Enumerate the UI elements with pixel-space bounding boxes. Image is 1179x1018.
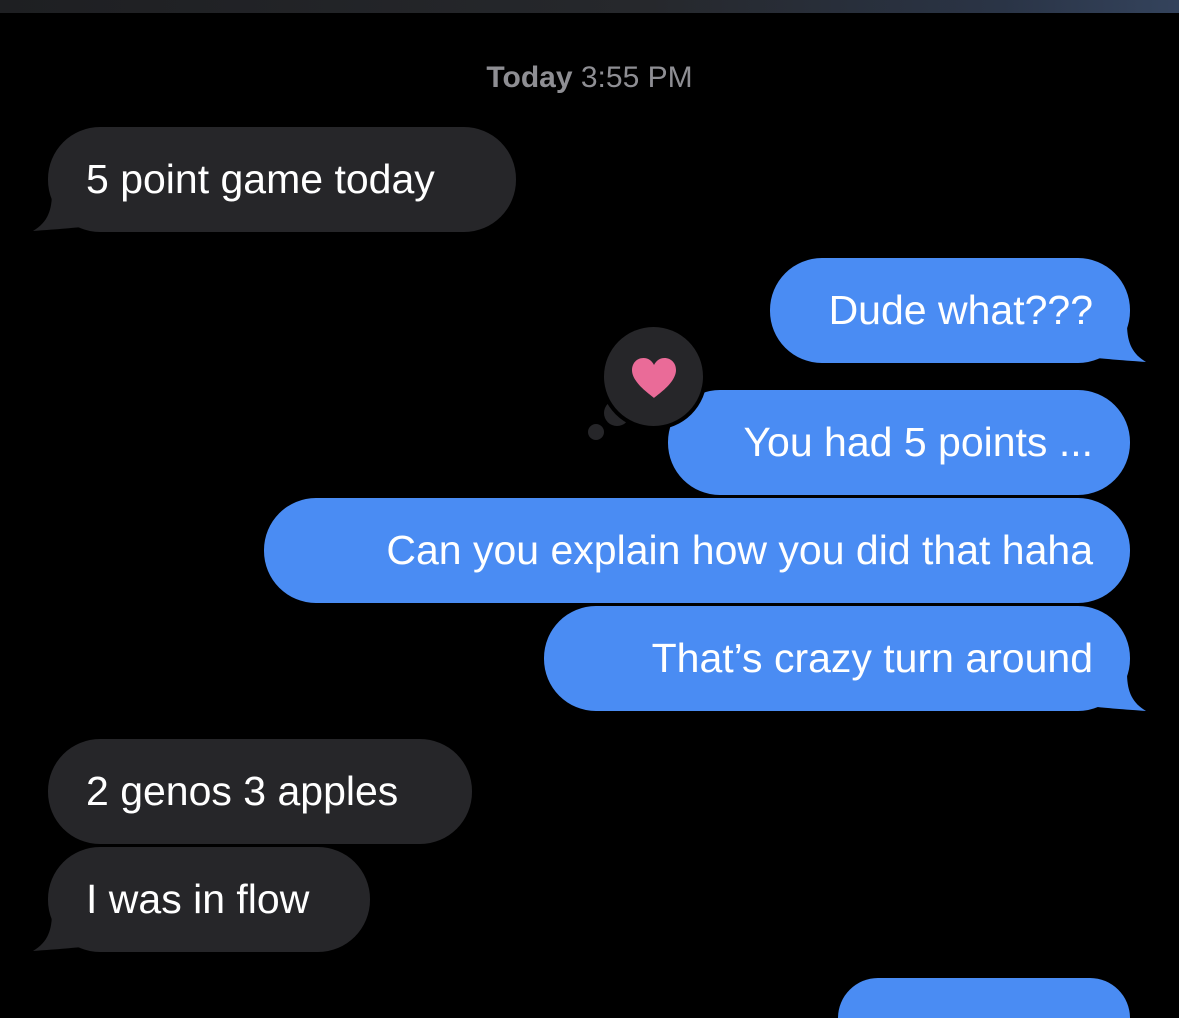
sent-bubble-tail: [1089, 323, 1149, 363]
sent-message-bubble[interactable]: Dude what???: [770, 258, 1130, 363]
message-text: I was in flow: [86, 876, 310, 922]
timestamp-day: Today: [486, 61, 573, 94]
conversation-timestamp: Today 3:55 PM: [0, 58, 1179, 98]
sent-message-bubble[interactable]: You had 5 points ...: [668, 390, 1130, 495]
received-bubble-tail: [30, 192, 90, 232]
sent-message-bubble[interactable]: That’s crazy turn around: [544, 606, 1130, 711]
timestamp-time: 3:55 PM: [580, 61, 693, 94]
sent-bubble-tail: [1089, 672, 1149, 712]
message-text: 5 point game today: [86, 156, 435, 202]
message-text: 2 genos 3 apples: [86, 768, 399, 814]
received-message-bubble[interactable]: 5 point game today: [48, 127, 516, 232]
sent-message-bubble[interactable]: Can you explain how you did that haha: [264, 498, 1130, 603]
message-text: Can you explain how you did that haha: [386, 527, 1093, 573]
heart-icon: [632, 358, 676, 398]
tapback-tail-dot: [588, 424, 604, 440]
message-text: Dude what???: [828, 287, 1093, 333]
message-text: You had 5 points ...: [743, 419, 1093, 465]
received-message-bubble[interactable]: 2 genos 3 apples: [48, 739, 472, 844]
received-bubble-tail: [30, 912, 90, 952]
heart-reaction-badge[interactable]: [604, 327, 703, 426]
sent-message-bubble-partial[interactable]: [838, 978, 1130, 1018]
message-text: That’s crazy turn around: [651, 635, 1093, 681]
received-message-bubble[interactable]: I was in flow: [48, 847, 370, 952]
status-bar-strip: [0, 0, 1179, 13]
